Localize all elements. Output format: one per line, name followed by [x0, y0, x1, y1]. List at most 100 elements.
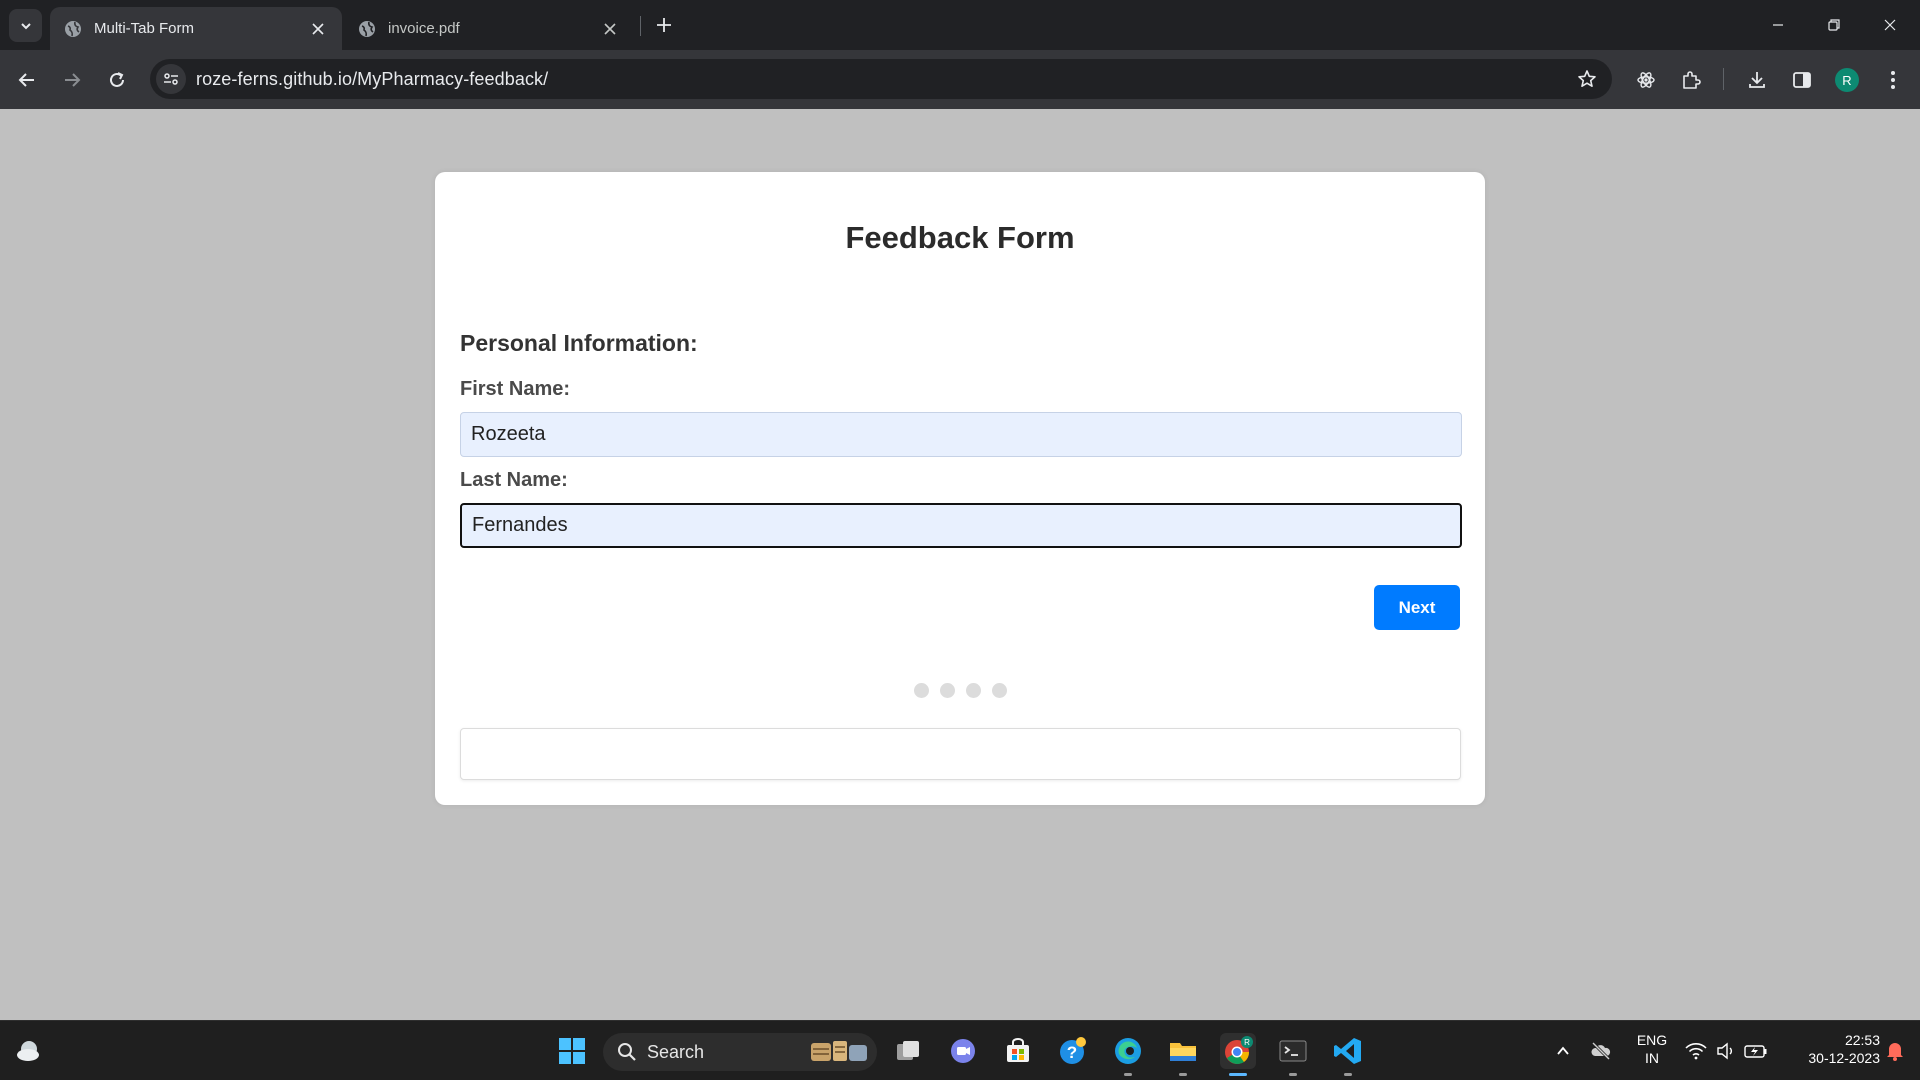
tab-strip: Multi-Tab Form invoice.pdf [0, 0, 1920, 50]
minimize-button[interactable] [1750, 0, 1806, 50]
running-indicator [1179, 1073, 1187, 1076]
next-button[interactable]: Next [1374, 585, 1460, 630]
edge-icon [1115, 1038, 1141, 1064]
chrome-button[interactable]: R [1220, 1033, 1256, 1076]
minimize-icon [1773, 24, 1783, 26]
cloud-off-icon [1591, 1041, 1611, 1061]
toolbar-divider [1723, 68, 1724, 90]
feedback-form-card: Feedback Form Personal Information: Firs… [435, 172, 1485, 805]
last-name-field[interactable] [460, 503, 1462, 548]
message-box [460, 728, 1461, 780]
svg-text:R: R [1244, 1038, 1250, 1047]
url-text: roze-ferns.github.io/MyPharmacy-feedback… [196, 69, 549, 89]
taskbar-search[interactable]: Search [603, 1033, 877, 1071]
download-icon [1749, 72, 1765, 88]
downloads-button[interactable] [1740, 63, 1774, 97]
tune-icon [164, 73, 178, 85]
tab-title: invoice.pdf [388, 20, 460, 37]
folder-icon [1170, 1043, 1196, 1061]
battery-charging-icon [1744, 1045, 1767, 1058]
search-highlight-icon [811, 1041, 867, 1061]
taskbar: Search ? R ENG IN 22:53 30-12-2023 [0, 1020, 1920, 1080]
arrow-right-icon [65, 73, 81, 87]
start-button[interactable] [554, 1033, 590, 1069]
active-indicator [1229, 1073, 1247, 1076]
search-icon [618, 1043, 636, 1061]
menu-button[interactable] [1876, 63, 1910, 97]
restore-button[interactable] [1806, 0, 1862, 50]
notifications-button[interactable] [1877, 1033, 1913, 1069]
globe-icon [64, 20, 82, 38]
arrow-left-icon [18, 73, 34, 87]
terminal-button[interactable] [1275, 1033, 1311, 1076]
section-title: Personal Information: [460, 330, 698, 356]
vscode-icon [1334, 1038, 1361, 1064]
extensions-button[interactable] [1674, 63, 1708, 97]
running-indicator [1289, 1073, 1297, 1076]
onedrive-status[interactable] [1583, 1033, 1619, 1069]
bell-icon [1887, 1043, 1903, 1061]
first-name-field[interactable] [460, 412, 1462, 457]
side-panel-button[interactable] [1785, 63, 1819, 97]
get-help-button[interactable]: ? [1055, 1033, 1091, 1069]
vscode-button[interactable] [1330, 1033, 1366, 1076]
close-window-button[interactable] [1862, 0, 1918, 50]
address-bar[interactable]: roze-ferns.github.io/MyPharmacy-feedback… [150, 59, 1612, 99]
help-icon: ? [1060, 1037, 1086, 1064]
language-indicator[interactable]: ENG IN [1630, 1031, 1674, 1067]
browser-toolbar: roze-ferns.github.io/MyPharmacy-feedback… [0, 50, 1920, 109]
new-tab-button[interactable] [650, 11, 678, 39]
last-name-label: Last Name: [460, 469, 568, 491]
chat-icon [951, 1039, 975, 1063]
file-explorer-button[interactable] [1165, 1033, 1201, 1076]
bookmark-button[interactable] [1572, 64, 1602, 94]
avatar: R [1835, 68, 1859, 92]
tab-multi-tab-form[interactable]: Multi-Tab Form [50, 7, 342, 50]
store-icon [1007, 1038, 1029, 1062]
clock-time: 22:53 [1844, 1032, 1880, 1048]
side-panel-icon [1793, 72, 1811, 88]
windows-logo-icon [559, 1038, 585, 1064]
step-dot [939, 683, 955, 698]
tab-search-button[interactable] [9, 9, 42, 42]
extension-react-button[interactable] [1629, 63, 1663, 97]
close-tab-icon[interactable] [308, 19, 328, 39]
search-placeholder: Search [647, 1041, 705, 1062]
task-view-icon [897, 1041, 919, 1060]
close-tab-icon[interactable] [600, 19, 620, 39]
reload-icon [110, 72, 124, 87]
clock[interactable]: 22:53 30-12-2023 [1780, 1031, 1880, 1067]
tab-invoice-pdf[interactable]: invoice.pdf [344, 7, 634, 50]
teams-chat-button[interactable] [945, 1033, 981, 1069]
site-info-button[interactable] [156, 64, 186, 94]
chrome-icon: R [1225, 1036, 1253, 1064]
speaker-icon [1717, 1042, 1732, 1060]
plus-icon [657, 18, 671, 32]
chevron-up-icon [1557, 1046, 1569, 1055]
wifi-icon [1685, 1043, 1707, 1060]
battery-status[interactable] [1738, 1033, 1774, 1069]
clock-date: 30-12-2023 [1808, 1050, 1880, 1066]
terminal-icon [1279, 1040, 1307, 1062]
atom-icon [1637, 72, 1655, 88]
chevron-down-icon [20, 22, 31, 29]
show-hidden-icons-button[interactable] [1545, 1033, 1581, 1069]
weather-widget[interactable] [10, 1033, 46, 1069]
weather-cloud-icon [17, 1041, 39, 1061]
profile-button[interactable]: R [1830, 63, 1864, 97]
restore-icon [1828, 19, 1840, 31]
first-name-label: First Name: [460, 378, 571, 400]
tab-divider [640, 16, 641, 36]
edge-button[interactable] [1110, 1033, 1146, 1076]
step-indicator [435, 683, 1485, 698]
back-button[interactable] [10, 63, 44, 97]
close-icon [1884, 19, 1896, 31]
tab-title: Multi-Tab Form [94, 20, 195, 37]
step-dot [913, 683, 929, 698]
reload-button[interactable] [100, 63, 134, 97]
more-vert-icon [1891, 71, 1895, 89]
task-view-button[interactable] [890, 1033, 926, 1069]
puzzle-icon [1683, 71, 1701, 89]
forward-button[interactable] [55, 63, 89, 97]
microsoft-store-button[interactable] [1000, 1033, 1036, 1069]
